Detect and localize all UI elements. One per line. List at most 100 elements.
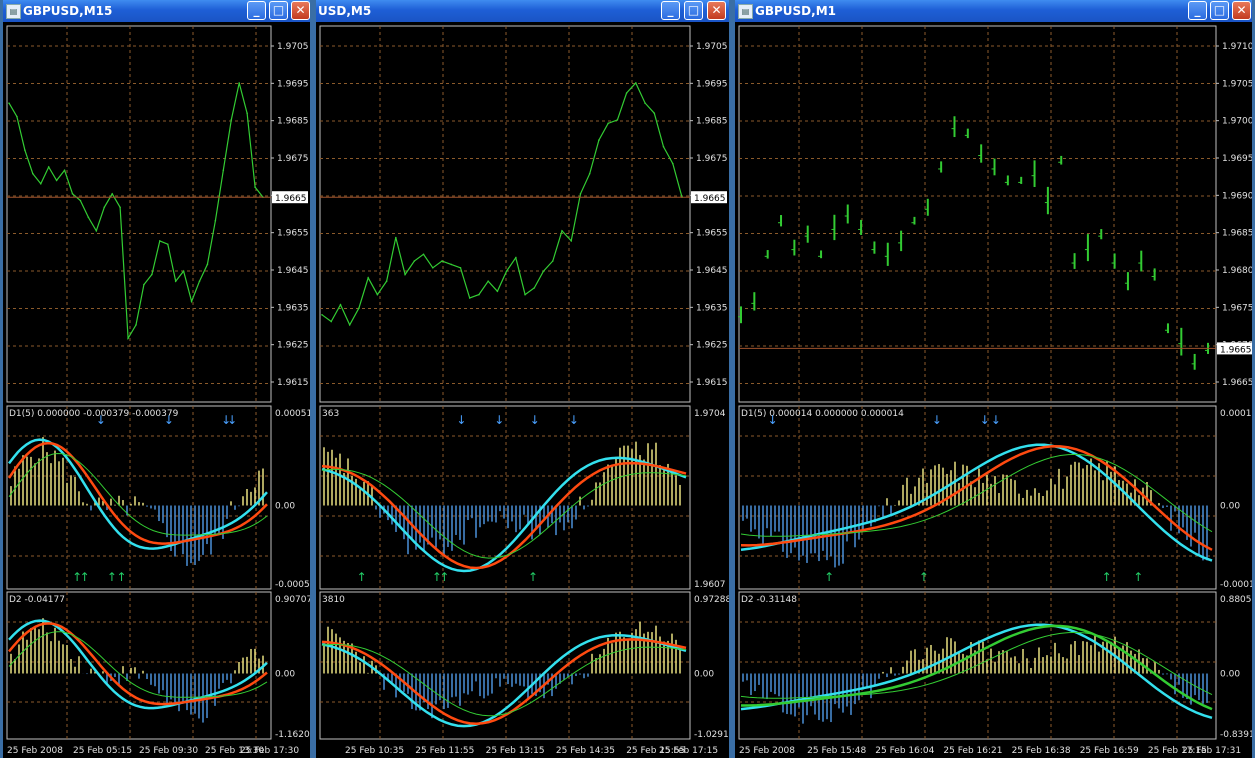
- time-label: 25 Feb 16:21: [943, 746, 1002, 756]
- price-point: [230, 119, 233, 121]
- price-point: [8, 102, 10, 104]
- price-point: [198, 280, 201, 283]
- arrow-down-icon: ↓: [991, 413, 1001, 427]
- arrow-down-icon: ↓: [494, 413, 504, 427]
- indicator-bottom-label: -0.83916: [1220, 730, 1252, 740]
- indicator-bottom-label: -1.0291: [694, 730, 729, 740]
- close-button[interactable]: ✕: [291, 1, 310, 20]
- price-point: [24, 149, 26, 151]
- price-point: [653, 112, 656, 114]
- minimize-button[interactable]: _: [1188, 1, 1207, 20]
- indicator-zero-label: 0.00: [275, 670, 295, 680]
- arrow-down-icon: ↓: [569, 413, 579, 427]
- price-point: [55, 179, 58, 182]
- indicator-top-label: 0.00017: [1220, 409, 1252, 419]
- price-point: [459, 266, 462, 269]
- arrow-up-icon: ↑: [117, 570, 127, 584]
- price-point: [422, 253, 425, 256]
- price-label: 1.9685: [277, 117, 309, 127]
- arrow-up-icon: ↑: [528, 570, 538, 584]
- indicator-bottom-label: -0.00051: [275, 580, 310, 590]
- price-label: 1.9655: [277, 229, 309, 239]
- chart-window-icon: ▤: [738, 4, 753, 19]
- price-label: 1.9635: [277, 303, 309, 313]
- price-point: [190, 300, 193, 303]
- price-label: 1.9655: [696, 229, 728, 239]
- price-point: [487, 280, 489, 283]
- indicator-bottom-label: 1.9607: [694, 580, 726, 590]
- price-point: [39, 182, 42, 185]
- time-label: 25 Feb 10:35: [345, 746, 404, 756]
- arrow-down-icon: ↓: [980, 413, 990, 427]
- price-label: 1.9675: [277, 154, 309, 164]
- maximize-button[interactable]: □: [269, 1, 288, 20]
- price-point: [515, 256, 517, 259]
- time-label: 25 Feb 2008: [7, 746, 63, 756]
- indicator-top-label: 0.88051: [1220, 595, 1252, 605]
- time-label: 25 Feb 16:38: [1012, 746, 1071, 756]
- price-point: [579, 193, 582, 195]
- window-title: GBPUSD,M1: [755, 4, 836, 18]
- price-label: 1.9645: [696, 266, 728, 276]
- time-label: 25 Feb 14:35: [556, 746, 615, 756]
- price-point: [450, 263, 453, 266]
- window-gbpusd-m5[interactable]: USD,M5 _ □ ✕ 1.9705 1.9695 1.9685 1.9675 1.9…: [313, 0, 732, 758]
- time-label: 25 Feb 11:55: [415, 746, 474, 756]
- price-point: [431, 266, 434, 269]
- window-gbpusd-m1[interactable]: ▤ GBPUSD,M1 _ □ ✕ 1.9710 1.9705 1.9700 1.96…: [732, 0, 1255, 758]
- chart-window-icon: ▤: [6, 4, 21, 19]
- price-label: 1.9635: [696, 303, 728, 313]
- price-point: [159, 240, 161, 242]
- price-label: 1.9625: [696, 341, 728, 351]
- price-point: [542, 270, 545, 272]
- price-point: [95, 230, 98, 232]
- price-point: [214, 219, 217, 222]
- price-point: [367, 277, 369, 279]
- indicator-label: D2 -0.04177: [9, 595, 65, 605]
- price-point: [321, 314, 323, 316]
- price-point: [598, 139, 600, 141]
- price-point: [376, 293, 379, 296]
- indicator-zero-label: 0.00: [694, 670, 714, 680]
- chart-area[interactable]: 1.9705 1.9695 1.9685 1.9675 1.9665 1.9655 1.96…: [316, 22, 729, 758]
- price-point: [561, 230, 563, 232]
- minimize-button[interactable]: _: [247, 1, 266, 20]
- chart-area[interactable]: 1.9705 1.9695 1.9685 1.9675 1.9665 1.9655 1.96…: [3, 22, 310, 758]
- maximize-button[interactable]: □: [1210, 1, 1229, 20]
- titlebar[interactable]: USD,M5 _ □ ✕: [316, 0, 729, 22]
- indicator-label: D1(5) 0.000014 0.000000 0.000014: [741, 409, 904, 419]
- price-point: [348, 324, 351, 326]
- price-point: [524, 293, 526, 296]
- indicator-top-label: 0.97288: [694, 595, 729, 605]
- price-point: [625, 92, 628, 94]
- price-point: [330, 320, 333, 323]
- arrow-up-icon: ↑: [824, 570, 834, 584]
- arrow-down-icon: ↓: [227, 413, 237, 427]
- price-point: [616, 119, 619, 121]
- time-label: 25 Feb 2008: [739, 746, 795, 756]
- price-label: 1.9665: [1222, 378, 1252, 388]
- price-point: [496, 290, 499, 293]
- price-point: [47, 166, 50, 168]
- price-point: [143, 283, 145, 286]
- close-button[interactable]: ✕: [707, 1, 726, 20]
- price-label: 1.9625: [277, 341, 309, 351]
- pane-frame: [738, 25, 1217, 403]
- minimize-button[interactable]: _: [661, 1, 680, 20]
- indicator-top-label: 0.90707: [275, 595, 310, 605]
- window-gbpusd-m15[interactable]: ▤ GBPUSD,M15 _ □ ✕ 1.9705 1.9695 1.9685 1.9…: [0, 0, 313, 758]
- current-price-label: 1.9665: [1220, 345, 1252, 355]
- pane-frame: [319, 405, 691, 590]
- close-button[interactable]: ✕: [1232, 1, 1251, 20]
- maximize-button[interactable]: □: [684, 1, 703, 20]
- arrow-up-icon: ↑: [107, 570, 117, 584]
- titlebar[interactable]: ▤ GBPUSD,M15 _ □ ✕: [3, 0, 310, 22]
- titlebar[interactable]: ▤ GBPUSD,M1 _ □ ✕: [735, 0, 1252, 22]
- time-label: 25 Feb 05:15: [73, 746, 132, 756]
- chart-area[interactable]: 1.9710 1.9705 1.9700 1.9695 1.9690 1.9685 1.96…: [735, 22, 1252, 758]
- time-label: 25 Feb 17:30: [240, 746, 299, 756]
- price-point: [135, 324, 137, 326]
- price-point: [395, 236, 397, 239]
- arrow-down-icon: ↓: [164, 413, 174, 427]
- time-label: 25 Feb 13:15: [486, 746, 545, 756]
